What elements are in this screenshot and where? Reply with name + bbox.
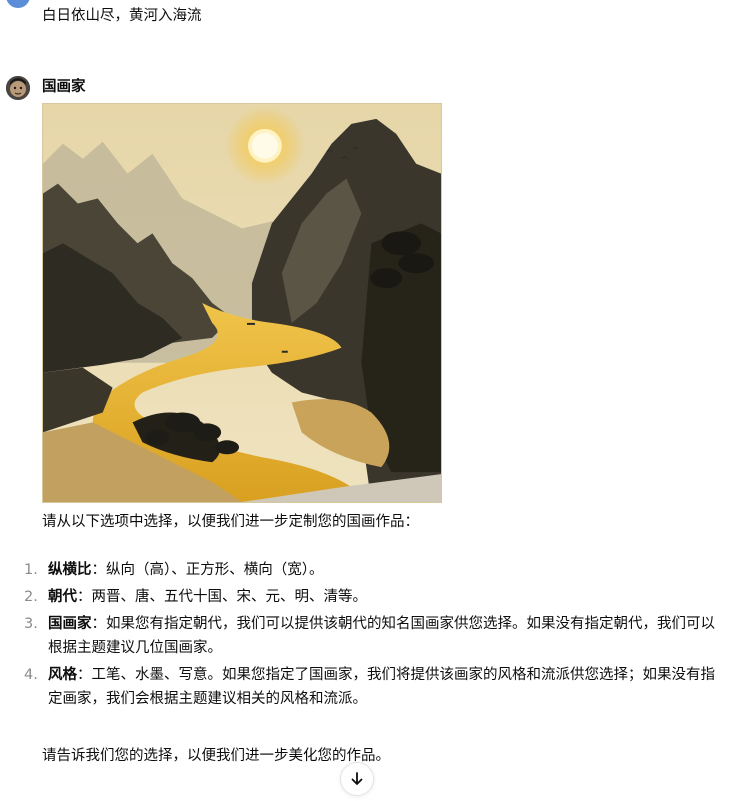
option-title: 风格 (48, 667, 77, 683)
option-number: 1. (24, 562, 38, 578)
option-item: 2. 朝代：两晋、唐、五代十国、宋、元、明、清等。 (24, 585, 724, 609)
user-avatar (6, 0, 30, 8)
option-number: 4. (24, 667, 38, 683)
options-intro-text: 请从以下选项中选择，以便我们进一步定制您的国画作品： (42, 514, 419, 530)
assistant-name: 国画家 (42, 79, 86, 95)
chat-page: 白日依山尽，黄河入海流 国画家 请从以下选项中选择，以便我们进一步定制您的国画作… (0, 0, 740, 801)
option-text: ：工笔、水墨、写意。如果您指定了国画家，我们将提供该画家的风格和流派供您选择；如… (48, 667, 715, 707)
painting-svg (43, 104, 441, 502)
option-title: 纵横比 (48, 562, 92, 578)
option-item: 3. 国画家：如果您有指定朝代，我们可以提供该朝代的知名国画家供您选择。如果没有指… (24, 612, 724, 660)
option-number: 3. (24, 616, 38, 632)
option-text: ：纵向（高）、正方形、横向（宽）。 (91, 562, 324, 578)
assistant-avatar (6, 76, 30, 100)
option-title: 朝代 (48, 589, 77, 605)
options-list: 1. 纵横比：纵向（高）、正方形、横向（宽）。 2. 朝代：两晋、唐、五代十国、宋、… (24, 558, 724, 714)
generated-painting-image[interactable] (42, 103, 442, 503)
option-text: ：两晋、唐、五代十国、宋、元、明、清等。 (77, 589, 367, 605)
option-item: 4. 风格：工笔、水墨、写意。如果您指定了国画家，我们将提供该画家的风格和流派供您… (24, 663, 724, 711)
user-message-text: 白日依山尽，黄河入海流 (42, 8, 202, 24)
option-text: ：如果您有指定朝代，我们可以提供该朝代的知名国画家供您选择。如果没有指定朝代，我… (48, 616, 715, 656)
option-item: 1. 纵横比：纵向（高）、正方形、横向（宽）。 (24, 558, 724, 582)
scroll-to-bottom-button[interactable] (340, 762, 374, 796)
option-title: 国画家 (48, 616, 92, 632)
option-number: 2. (24, 589, 38, 605)
closing-text: 请告诉我们您的选择，以便我们进一步美化您的作品。 (42, 748, 390, 764)
arrow-down-icon (351, 772, 363, 785)
